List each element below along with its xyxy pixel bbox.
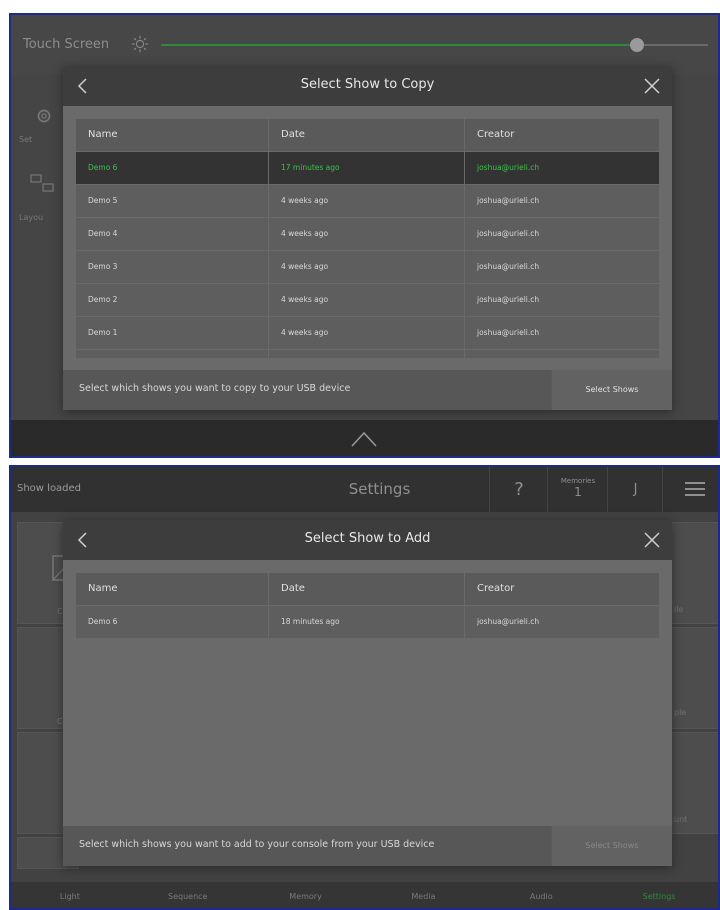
brightness-slider[interactable] (161, 38, 708, 52)
gear-icon (37, 109, 51, 123)
row-date: 4 weeks ago (269, 185, 465, 217)
nav-item-media[interactable]: Media (364, 882, 482, 908)
help-button[interactable]: ? (489, 467, 548, 512)
row-cell-empty (465, 350, 659, 358)
column-header-date: Date (269, 573, 465, 605)
menu-line (685, 482, 705, 484)
row-name: Demo 5 (76, 185, 269, 217)
row-creator: joshua@urieli.ch (477, 617, 540, 626)
column-header-name: Name (76, 573, 269, 605)
nav-item-sequence[interactable]: Sequence (129, 882, 247, 908)
table-row[interactable]: Demo 3 4 weeks ago joshua@urieli.ch (76, 251, 659, 284)
row-date: 4 weeks ago (269, 317, 465, 349)
select-show-add-dialog: Select Show to Add Name Date Creator Dem… (63, 520, 672, 866)
table-row[interactable]: Demo 2 4 weeks ago joshua@urieli.ch (76, 284, 659, 317)
bg-left-label: C (57, 717, 63, 726)
bg-item-settings-label: Set (19, 135, 33, 144)
memories-count: 1 (574, 485, 582, 499)
table-row[interactable]: Demo 6 18 minutes ago joshua@urieli.ch (76, 606, 659, 639)
table-row[interactable]: Demo 4 4 weeks ago joshua@urieli.ch (76, 218, 659, 251)
table-header: Name Date Creator (76, 573, 659, 606)
dialog-footer: Select which shows you want to add to yo… (63, 826, 672, 866)
row-date: 4 weeks ago (269, 251, 465, 283)
table-row[interactable]: Demo 6 17 minutes ago joshua@urieli.ch (76, 152, 659, 185)
nav-item-memory[interactable]: Memory (247, 882, 365, 908)
bg-right-label: unt (674, 815, 688, 824)
row-cell-empty (269, 350, 465, 358)
nav-item-audio[interactable]: Audio (482, 882, 600, 908)
bg-left-label: C (57, 607, 63, 616)
dialog-footer: Select which shows you want to copy to y… (63, 370, 672, 410)
row-creator: joshua@urieli.ch (477, 295, 540, 304)
dialog-title: Select Show to Add (304, 531, 431, 546)
bg-item-layout-label: Layou (19, 213, 44, 222)
row-date: 18 minutes ago (269, 606, 465, 638)
table-row[interactable]: Demo 5 4 weeks ago joshua@urieli.ch (76, 185, 659, 218)
footer-instructions: Select which shows you want to copy to y… (79, 383, 351, 394)
add-show-screen: Show loaded Settings ? Memories 1 J C C … (9, 465, 720, 910)
touch-screen-title: Touch Screen (23, 37, 110, 52)
row-cell-empty (76, 350, 269, 358)
select-show-copy-dialog: Select Show to Copy Name Date Creator De… (63, 66, 672, 410)
column-header-name: Name (76, 119, 269, 151)
column-header-creator: Creator (477, 129, 515, 140)
close-icon[interactable] (642, 76, 662, 96)
hamburger-menu-icon[interactable] (662, 467, 718, 512)
row-name: Demo 1 (76, 317, 269, 349)
table-row-partial (76, 350, 659, 359)
row-creator: joshua@urieli.ch (477, 262, 540, 271)
nav-item-light[interactable]: Light (11, 882, 129, 908)
shows-table: Name Date Creator Demo 6 17 minutes ago … (76, 119, 659, 359)
user-button[interactable]: J (607, 467, 663, 512)
brightness-slider-thumb[interactable] (629, 38, 644, 52)
select-shows-button[interactable]: Select Shows (551, 826, 672, 866)
dialog-body: Name Date Creator Demo 6 18 minutes ago … (63, 560, 672, 826)
dialog-title: Select Show to Copy (300, 77, 435, 92)
menu-line (685, 488, 705, 490)
row-date: 4 weeks ago (269, 284, 465, 316)
brightness-slider-fill (161, 44, 637, 46)
chevron-up-icon[interactable] (351, 431, 377, 447)
dialog-header: Select Show to Copy (63, 66, 672, 106)
dialog-body: Name Date Creator Demo 6 17 minutes ago … (63, 106, 672, 370)
layout-icon (30, 174, 54, 192)
row-name: Demo 4 (76, 218, 269, 250)
select-shows-button[interactable]: Select Shows (551, 370, 672, 410)
row-name: Demo 6 (76, 152, 269, 184)
row-creator: joshua@urieli.ch (477, 229, 540, 238)
memories-button[interactable]: Memories 1 (547, 467, 608, 512)
nav-item-settings[interactable]: Settings (600, 882, 718, 908)
copy-show-screen: Touch Screen Set Layou Select Show to Co… (9, 13, 720, 458)
row-name: Demo 6 (76, 606, 269, 638)
column-header-date: Date (269, 119, 465, 151)
footer-instructions: Select which shows you want to add to yo… (79, 839, 435, 850)
bg-right-label: ile (674, 605, 684, 614)
row-creator: joshua@urieli.ch (477, 163, 540, 172)
shows-table: Name Date Creator Demo 6 18 minutes ago … (76, 573, 659, 639)
memories-label: Memories (560, 477, 596, 485)
row-name: Demo 2 (76, 284, 269, 316)
dialog-header: Select Show to Add (63, 520, 672, 560)
menu-line (685, 494, 705, 496)
brightness-icon (131, 35, 149, 53)
table-header: Name Date Creator (76, 119, 659, 152)
top-header: Show loaded Settings ? Memories 1 J (11, 467, 718, 512)
bg-right-label: ple (674, 708, 687, 717)
row-name: Demo 3 (76, 251, 269, 283)
row-date: 17 minutes ago (269, 152, 465, 184)
row-creator: joshua@urieli.ch (477, 196, 540, 205)
row-creator: joshua@urieli.ch (477, 328, 540, 337)
table-row[interactable]: Demo 1 4 weeks ago joshua@urieli.ch (76, 317, 659, 350)
close-icon[interactable] (642, 530, 662, 550)
row-date: 4 weeks ago (269, 218, 465, 250)
column-header-creator: Creator (477, 583, 515, 594)
bottom-nav: Light Sequence Memory Media Audio Settin… (11, 882, 718, 908)
